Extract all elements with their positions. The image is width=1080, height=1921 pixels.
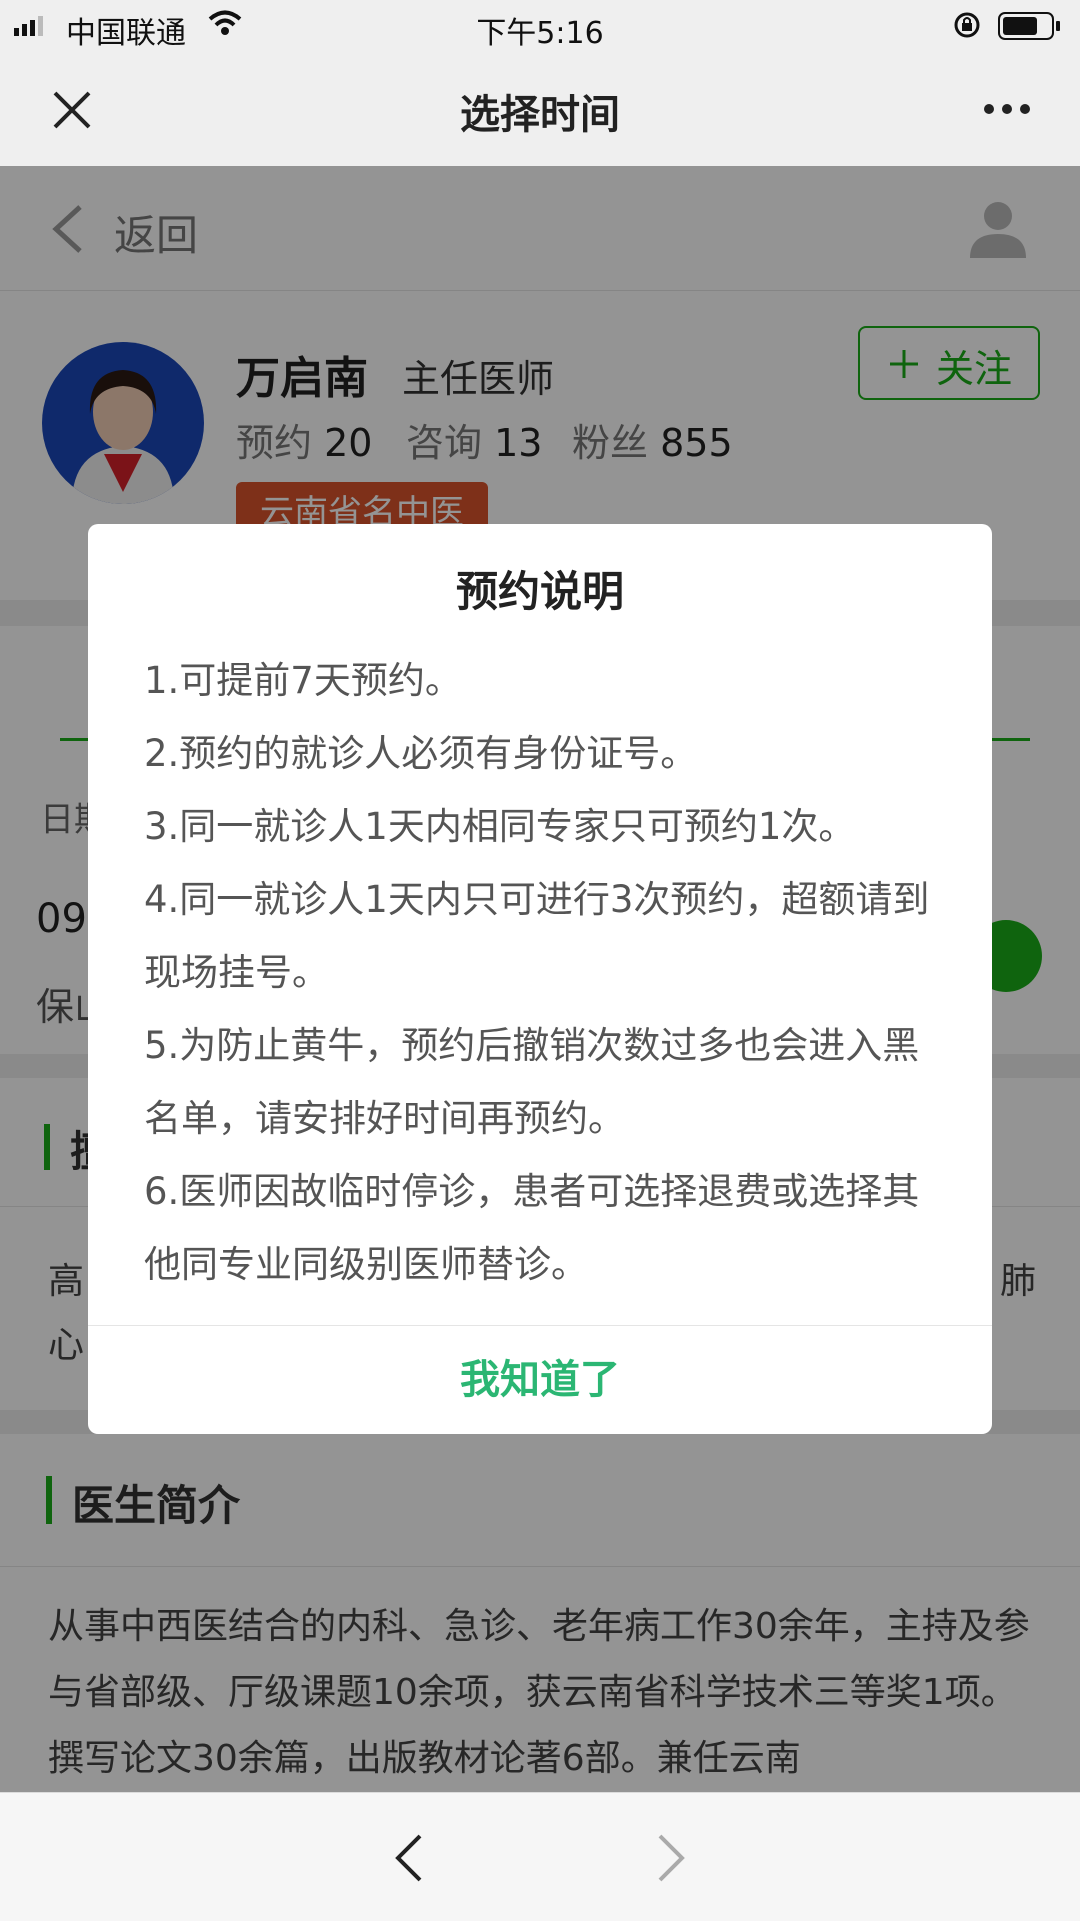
rules-list: 1.可提前7天预约。 2.预约的就诊人必须有身份证号。 3.同一就诊人1天内相同… bbox=[144, 644, 944, 1301]
more-icon[interactable] bbox=[982, 102, 1032, 116]
rule-item: 3.同一就诊人1天内相同专家只可预约1次。 bbox=[144, 805, 856, 848]
rotation-lock-icon bbox=[954, 12, 980, 38]
status-bar: 中国联通 下午5:16 bbox=[0, 0, 1080, 52]
browser-toolbar bbox=[0, 1792, 1080, 1921]
rule-item: 1.可提前7天预约。 bbox=[144, 659, 462, 702]
dialog-title: 预约说明 bbox=[455, 567, 624, 616]
confirm-button[interactable]: 我知道了 bbox=[88, 1326, 992, 1434]
browser-forward-icon[interactable] bbox=[656, 1833, 686, 1883]
rule-item: 5.为防止黄牛，预约后撤销次数过多也会进入黑名单，请安排好时间再预约。 bbox=[144, 1024, 920, 1140]
appointment-notice-dialog: 预约说明 1.可提前7天预约。 2.预约的就诊人必须有身份证号。 3.同一就诊人… bbox=[88, 524, 992, 1434]
clock: 下午5:16 bbox=[476, 16, 604, 51]
battery-icon bbox=[998, 12, 1060, 40]
nav-bar: 选择时间 bbox=[0, 52, 1080, 166]
nav-title: 选择时间 bbox=[460, 92, 620, 138]
rule-item: 6.医师因故临时停诊，患者可选择退费或选择其他同专业同级别医师替诊。 bbox=[144, 1170, 920, 1286]
rule-item: 4.同一就诊人1天内只可进行3次预约，超额请到现场挂号。 bbox=[144, 878, 930, 994]
rule-item: 2.预约的就诊人必须有身份证号。 bbox=[144, 732, 698, 775]
browser-back-icon[interactable] bbox=[394, 1833, 424, 1883]
